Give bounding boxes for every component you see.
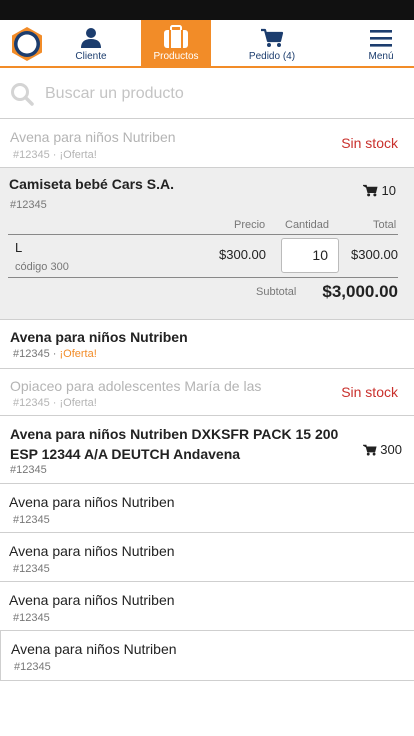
product-row-9[interactable]: Avena para niños Nutriben #12345 (0, 631, 414, 681)
cart-quantity-value: 300 (380, 442, 402, 457)
product-sub: #12345 (13, 563, 50, 575)
quantity-input[interactable]: 10 (281, 238, 339, 273)
nav-menu-label: Menú (368, 51, 394, 62)
nav-pedido-label: Pedido (4) (248, 51, 296, 62)
separator: · (49, 348, 60, 360)
product-row-7[interactable]: Avena para niños Nutriben #12345 (0, 533, 414, 582)
product-sub: #12345 (10, 199, 47, 211)
product-row-1[interactable]: Avena para niños Nutriben #12345 · ¡Ofer… (0, 119, 414, 168)
product-row-8[interactable]: Avena para niños Nutriben #12345 (0, 582, 414, 631)
product-name: Avena para niños Nutriben (9, 592, 175, 608)
product-name-line2: ESP 12344 A/A DEUTCH Andavena (10, 446, 241, 462)
cart-quantity: 300 (361, 442, 402, 457)
table-divider (8, 277, 398, 278)
product-name: Avena para niños Nutriben (10, 129, 176, 145)
hamburger-icon (370, 30, 392, 47)
product-sub: #12345 (13, 514, 50, 526)
subtotal-label: Subtotal (256, 286, 297, 298)
logo-icon (12, 27, 42, 61)
search-bar (0, 70, 414, 119)
subtotal-value: $3,000.00 (322, 282, 398, 301)
table-divider (8, 234, 398, 235)
variant-price: $300.00 (219, 247, 266, 262)
product-sub: #12345 (10, 464, 47, 476)
status-bar (0, 0, 414, 20)
briefcase-icon (164, 25, 188, 48)
variant-size: L (15, 240, 23, 255)
product-row-5[interactable]: Avena para niños Nutriben DXKSFR PACK 15… (0, 416, 414, 484)
product-name: Avena para niños Nutriben (9, 543, 175, 559)
out-of-stock-label: Sin stock (341, 384, 398, 400)
col-header-cantidad: Cantidad (285, 219, 330, 231)
col-header-total: Total (373, 219, 397, 231)
product-row-3[interactable]: Avena para niños Nutriben #12345 · ¡Ofer… (0, 320, 414, 369)
product-name: Opiaceo para adolescentes María de las (10, 378, 262, 394)
variant-total: $300.00 (351, 247, 398, 262)
product-sub: #12345 · ¡Oferta! (13, 348, 97, 360)
cart-icon (261, 28, 284, 47)
product-sub: #12345 · ¡Oferta! (13, 149, 97, 161)
variant-code: código 300 (15, 261, 69, 273)
out-of-stock-label: Sin stock (341, 135, 398, 151)
product-name: Camiseta bebé Cars S.A. (9, 176, 174, 192)
offer-badge: ¡Oferta! (59, 348, 97, 360)
nav-menu[interactable]: Menú (355, 20, 407, 68)
product-sub: #12345 · ¡Oferta! (13, 397, 97, 409)
product-row-expanded[interactable]: Camiseta bebé Cars S.A. #12345 10 Precio… (0, 168, 414, 320)
product-sub: #12345 (14, 661, 51, 673)
product-name-line1: Avena para niños Nutriben DXKSFR PACK 15… (10, 426, 339, 442)
nav-productos-label: Productos (153, 51, 199, 62)
product-row-6[interactable]: Avena para niños Nutriben #12345 (0, 484, 414, 533)
product-row-4[interactable]: Opiaceo para adolescentes María de las #… (0, 369, 414, 416)
nav-cliente-label: Cliente (75, 51, 107, 62)
cart-quantity: 10 (360, 183, 396, 198)
product-name: Avena para niños Nutriben (9, 494, 175, 510)
nav-cliente[interactable]: Cliente (62, 20, 120, 68)
nav-pedido[interactable]: Pedido (4) (240, 20, 304, 68)
product-code: #12345 (13, 348, 50, 360)
user-icon (81, 28, 101, 48)
product-name: Avena para niños Nutriben (10, 329, 188, 345)
product-sub: #12345 (13, 612, 50, 624)
product-name: Avena para niños Nutriben (11, 641, 177, 657)
cart-icon (361, 444, 377, 456)
top-nav: Cliente Productos Pedido (4) Menú (0, 20, 414, 68)
nav-productos[interactable]: Productos (141, 20, 211, 68)
cart-icon (360, 184, 378, 197)
cart-quantity-value: 10 (381, 183, 396, 198)
search-icon (11, 83, 34, 106)
search-input[interactable] (45, 80, 395, 108)
col-header-precio: Precio (234, 219, 266, 231)
